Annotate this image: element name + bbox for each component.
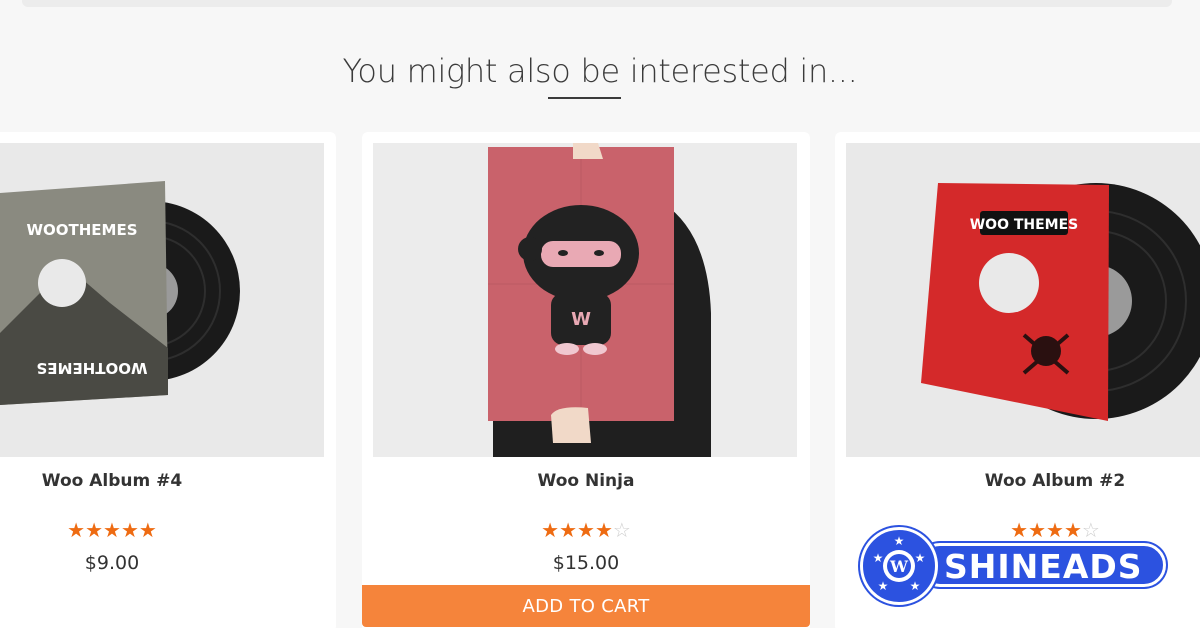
sleeve-logo-text: WOO THEMES bbox=[970, 217, 1079, 233]
product-price: $9.00 bbox=[84, 552, 140, 574]
star-filled-icon: ★ bbox=[103, 520, 121, 542]
star-empty-icon: ☆ bbox=[612, 520, 631, 542]
title-underline bbox=[548, 97, 621, 99]
star-filled-icon: ★ bbox=[138, 520, 157, 542]
star-filled-icon: ★ bbox=[67, 520, 86, 542]
svg-text:★: ★ bbox=[910, 579, 921, 593]
shineads-watermark: SHINEADS W ★ ★ ★ ★ ★ bbox=[858, 525, 1168, 607]
star-filled-icon: ★ bbox=[559, 520, 578, 542]
product-card-woo-ninja[interactable]: W Woo Ninja ★★★★☆ $15.00 ADD TO CART bbox=[362, 132, 810, 628]
add-to-cart-button[interactable]: ADD TO CART bbox=[362, 585, 810, 627]
product-image-woo-album-2[interactable]: WOO THEMES bbox=[846, 143, 1200, 457]
svg-text:W: W bbox=[889, 557, 909, 576]
sleeve-text-2: WOOTHEMES bbox=[36, 359, 147, 377]
wordpress-logo-icon: W ★ ★ ★ ★ ★ bbox=[860, 527, 938, 605]
star-filled-icon: ★ bbox=[120, 520, 139, 542]
product-image-woo-album-4[interactable]: WOOTHEMES WOOTHEMES bbox=[0, 143, 324, 457]
star-filled-icon: ★ bbox=[594, 520, 613, 542]
star-filled-icon: ★ bbox=[541, 520, 560, 542]
svg-text:★: ★ bbox=[873, 551, 884, 565]
star-filled-icon: ★ bbox=[577, 520, 595, 542]
svg-text:★: ★ bbox=[915, 551, 926, 565]
product-name[interactable]: Woo Album #4 bbox=[0, 471, 224, 491]
section-title: You might also be interested in... bbox=[342, 52, 858, 90]
star-rating: ★★★★★ bbox=[0, 518, 224, 543]
product-price: $15.00 bbox=[552, 552, 620, 574]
product-name[interactable]: Woo Ninja bbox=[362, 471, 810, 491]
watermark-text: SHINEADS bbox=[944, 547, 1143, 586]
star-rating: ★★★★☆ bbox=[362, 518, 810, 543]
poster-letter: W bbox=[571, 309, 591, 330]
sleeve-text-1: WOOTHEMES bbox=[26, 221, 137, 239]
svg-text:★: ★ bbox=[878, 579, 889, 593]
product-card-woo-album-4[interactable]: WOOTHEMES WOOTHEMES Woo Album #4 ★★★★★ $… bbox=[0, 132, 336, 628]
product-name[interactable]: Woo Album #2 bbox=[875, 471, 1200, 491]
product-image-woo-ninja[interactable]: W bbox=[373, 143, 797, 457]
svg-text:★: ★ bbox=[894, 534, 905, 548]
star-filled-icon: ★ bbox=[85, 520, 104, 542]
top-panel-edge bbox=[22, 0, 1172, 7]
